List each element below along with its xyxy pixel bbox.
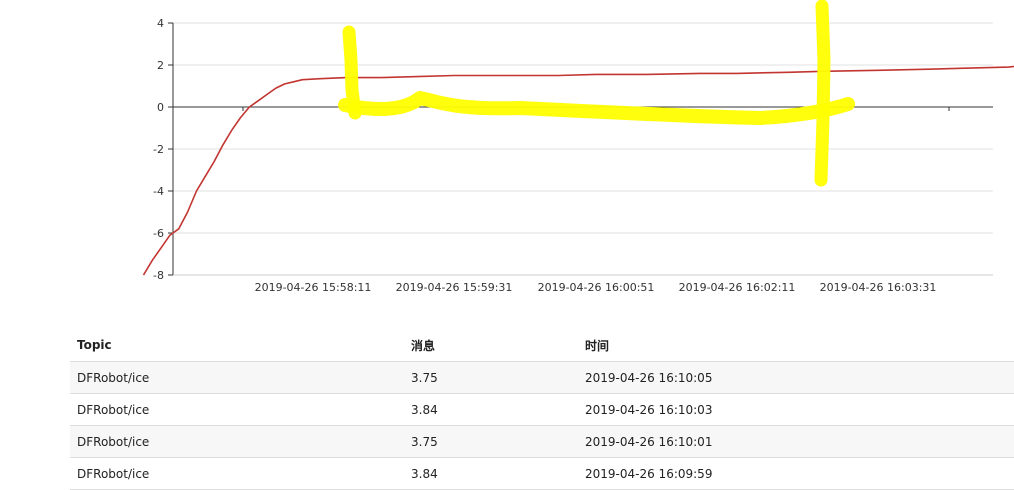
- cell-message: 3.84: [404, 458, 578, 490]
- axes: 4 2 0 -2 -4 -6 -8 2019-04-26 15:58:11 2019-04-26…: [153, 17, 993, 294]
- grid-lines: [173, 23, 993, 275]
- table-row: DFRobot/ice 3.75 2019-04-26 16:10:05: [70, 362, 1014, 394]
- x-tick-label: 2019-04-26 16:00:51: [538, 281, 655, 294]
- series-layer: [144, 64, 1014, 275]
- x-tick-label: 2019-04-26 16:02:11: [679, 281, 796, 294]
- cell-message: 3.84: [404, 394, 578, 426]
- highlight-stroke-right-vertical: [821, 6, 824, 180]
- x-tick-label: 2019-04-26 15:58:11: [255, 281, 372, 294]
- cell-time: 2019-04-26 16:10:05: [578, 362, 1014, 394]
- table-row: DFRobot/ice 3.84 2019-04-26 16:09:59: [70, 458, 1014, 490]
- cell-topic: DFRobot/ice: [70, 458, 404, 490]
- cell-time: 2019-04-26 16:10:03: [578, 394, 1014, 426]
- cell-topic: DFRobot/ice: [70, 394, 404, 426]
- line-chart: 4 2 0 -2 -4 -6 -8 2019-04-26 15:58:11 2019-04-26…: [0, 0, 1014, 320]
- y-tick-label: 4: [157, 17, 164, 30]
- cell-topic: DFRobot/ice: [70, 426, 404, 458]
- table-row: DFRobot/ice 3.75 2019-04-26 16:10:01: [70, 426, 1014, 458]
- cell-time: 2019-04-26 16:09:59: [578, 458, 1014, 490]
- series-line: [144, 64, 1014, 275]
- cell-topic: DFRobot/ice: [70, 362, 404, 394]
- highlight-stroke-horizontal: [345, 98, 848, 118]
- table-header-row: Topic 消息 时间: [70, 329, 1014, 362]
- x-tick-label: 2019-04-26 15:59:31: [396, 281, 513, 294]
- y-tick-label: -6: [153, 227, 164, 240]
- column-header-topic: Topic: [70, 329, 404, 362]
- x-tick-label: 2019-04-26 16:03:31: [820, 281, 937, 294]
- highlighter-annotations: [345, 6, 848, 180]
- column-header-message: 消息: [404, 329, 578, 362]
- y-tick-label: -2: [153, 143, 164, 156]
- column-header-time: 时间: [578, 329, 1014, 362]
- y-tick-label: 0: [157, 101, 164, 114]
- cell-time: 2019-04-26 16:10:01: [578, 426, 1014, 458]
- cell-message: 3.75: [404, 362, 578, 394]
- cell-message: 3.75: [404, 426, 578, 458]
- y-tick-label: 2: [157, 59, 164, 72]
- y-tick-label: -4: [153, 185, 164, 198]
- table-row: DFRobot/ice 3.84 2019-04-26 16:10:03: [70, 394, 1014, 426]
- message-table: Topic 消息 时间 DFRobot/ice 3.75 2019-04-26 …: [70, 329, 1014, 490]
- y-tick-label: -8: [153, 269, 164, 282]
